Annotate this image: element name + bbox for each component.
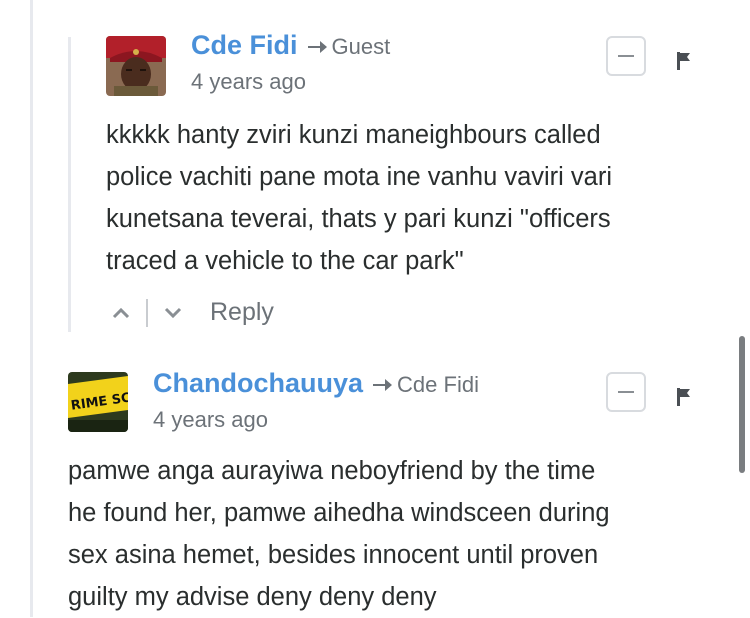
- author-name[interactable]: Cde Fidi: [191, 30, 298, 61]
- reply-arrow-icon: [371, 376, 393, 399]
- reply-button[interactable]: Reply: [210, 298, 274, 327]
- author-name[interactable]: Chandochauuya: [153, 368, 363, 399]
- timestamp[interactable]: 4 years ago: [191, 69, 390, 95]
- flag-icon[interactable]: [676, 387, 692, 407]
- collapse-button[interactable]: [606, 36, 646, 76]
- comment-body: pamwe anga aurayiwa neboyfriend by the t…: [68, 457, 610, 611]
- comment-actions: Reply: [110, 298, 274, 327]
- downvote-icon[interactable]: [162, 302, 184, 324]
- flag-icon[interactable]: [676, 51, 692, 71]
- vote-divider: [146, 298, 148, 327]
- reply-to-name[interactable]: Cde Fidi: [397, 372, 479, 398]
- avatar[interactable]: RIME SCENE: [68, 372, 128, 432]
- thread-rail: [30, 0, 33, 617]
- upvote-icon[interactable]: [110, 302, 132, 324]
- avatar[interactable]: [106, 36, 166, 96]
- comment-meta: Chandochauuya Cde Fidi 4 years ago: [153, 368, 479, 433]
- reply-to-name[interactable]: Guest: [332, 34, 391, 60]
- reply-arrow-icon: [306, 38, 328, 61]
- scrollbar[interactable]: [739, 336, 745, 473]
- comment-body: kkkkk hanty zviri kunzi maneighbours cal…: [106, 121, 613, 275]
- timestamp[interactable]: 4 years ago: [153, 407, 479, 433]
- reply-rail: [68, 37, 71, 332]
- comment-meta: Cde Fidi Guest 4 years ago: [191, 30, 390, 95]
- collapse-button[interactable]: [606, 372, 646, 412]
